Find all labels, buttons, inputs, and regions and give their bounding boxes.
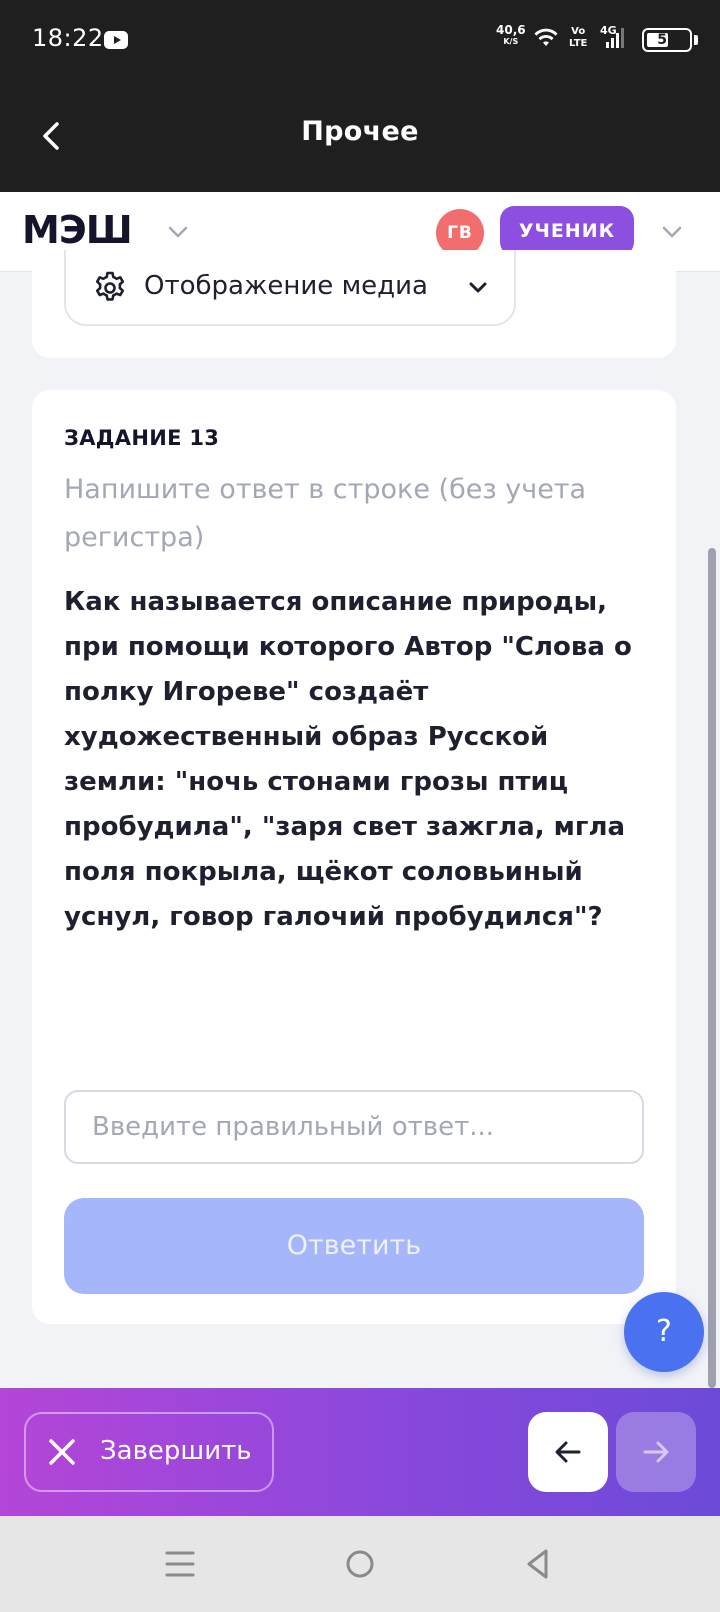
finish-label: Завершить: [100, 1436, 252, 1466]
app-bar: Прочее: [0, 80, 720, 192]
status-time: 18:22: [32, 24, 104, 52]
network-speed: 40,6 K/S: [496, 24, 526, 48]
media-display-button[interactable]: Отображение медиа: [64, 250, 516, 326]
battery-level: 52: [657, 32, 677, 48]
task-number: ЗАДАНИЕ 13: [64, 426, 220, 450]
chevron-down-icon: [469, 282, 487, 293]
scrollbar[interactable]: [708, 548, 716, 1388]
media-card: Отображение медиа: [32, 250, 676, 358]
wifi-icon: [534, 28, 558, 46]
status-bar: 18:22 40,6 K/S Vo LTE 4G 52: [0, 0, 720, 80]
battery-nub: [694, 35, 698, 45]
media-display-label: Отображение медиа: [144, 271, 428, 301]
volte-indicator: Vo LTE: [569, 26, 587, 50]
gear-icon: [95, 271, 125, 301]
app-title: Прочее: [301, 116, 419, 147]
chevron-down-icon[interactable]: [658, 218, 686, 246]
next-button[interactable]: [616, 1412, 696, 1492]
help-button[interactable]: ?: [624, 1292, 704, 1372]
submit-button[interactable]: Ответить: [64, 1198, 644, 1294]
task-question: Как называется описание природы, при пом…: [64, 587, 632, 932]
back-nav-icon[interactable]: [520, 1546, 556, 1582]
signal-icon: [606, 28, 624, 48]
task-card: ЗАДАНИЕ 13 Напишите ответ в строке (без …: [32, 390, 676, 1324]
bottom-action-bar: Завершить: [0, 1388, 720, 1516]
role-badge[interactable]: УЧЕНИК: [500, 206, 634, 256]
arrow-right-icon: [643, 1441, 669, 1463]
previous-button[interactable]: [528, 1412, 608, 1492]
volte-bottom: LTE: [569, 38, 588, 49]
battery-icon: 52: [642, 28, 692, 52]
home-icon[interactable]: [342, 1546, 378, 1582]
chevron-down-icon[interactable]: [164, 218, 192, 246]
system-nav-bar: [0, 1516, 720, 1612]
volte-top: Vo: [571, 26, 586, 37]
finish-button[interactable]: Завершить: [24, 1412, 274, 1492]
network-speed-unit: K/S: [503, 37, 519, 46]
close-icon: [49, 1439, 75, 1465]
task-hint: Напишите ответ в строке (без учета регис…: [64, 474, 587, 553]
network-speed-value: 40,6: [496, 23, 526, 37]
youtube-notification-icon: [104, 31, 128, 49]
answer-input[interactable]: [64, 1090, 644, 1164]
mesh-logo[interactable]: МЭШ: [22, 208, 133, 252]
arrow-left-icon: [555, 1441, 581, 1463]
recent-apps-icon[interactable]: [162, 1546, 198, 1582]
